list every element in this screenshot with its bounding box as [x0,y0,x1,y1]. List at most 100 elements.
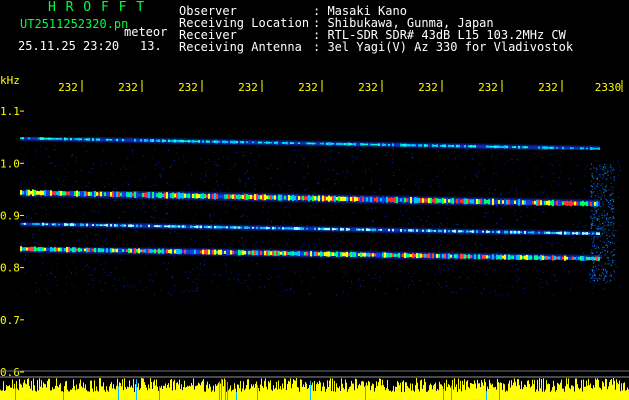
trace-pixel [416,197,418,204]
trace-pixel [326,251,328,257]
noise-speck [510,175,512,177]
noise-speck [314,206,316,208]
noise-speck [125,211,127,213]
noise-speck [352,212,354,214]
trace-pixel [476,199,478,205]
level-bar [297,386,298,400]
level-bar [332,378,333,400]
noise-speck [600,255,602,257]
noise-speck [65,206,67,208]
noise-speck [22,147,24,149]
noise-speck [495,290,496,292]
trace-pixel [192,193,194,199]
level-bar [376,381,377,400]
noise-speck [604,267,606,269]
noise-speck [589,154,591,156]
noise-speck [186,270,188,272]
level-bar [471,383,472,400]
noise-speck [196,290,198,292]
noise-speck [596,167,598,169]
level-bar [52,387,53,400]
noise-speck [590,190,592,192]
trace-pixel [162,248,164,254]
noise-speck [425,263,427,265]
noise-speck [550,169,552,171]
level-bar [333,391,334,400]
noise-speck [171,275,173,277]
noise-speck [187,200,189,202]
noise-speck [441,171,443,172]
trace-pixel [386,228,388,232]
noise-speck [609,272,611,274]
trace-pixel [360,252,362,258]
noise-speck [420,178,422,180]
trace-pixel [366,197,368,202]
trace-pixel [270,251,272,256]
trace-pixel [460,199,462,203]
level-bar [178,384,179,400]
trace-pixel [576,231,578,235]
trace-pixel [596,147,598,150]
noise-speck [551,244,553,246]
trace-pixel [194,249,196,254]
noise-speck [591,220,593,222]
level-bar [438,390,439,400]
trace-pixel [330,196,332,201]
noise-speck [324,160,326,162]
noise-speck [596,228,598,230]
trace-pixel [406,143,408,147]
noise-speck [220,269,222,271]
trace-pixel [232,140,234,144]
level-bar [448,384,449,400]
noise-speck [597,247,599,248]
trace-pixel [216,250,218,254]
level-bar [17,388,18,400]
trace-pixel [506,199,508,205]
level-bar [216,385,217,400]
noise-speck [424,165,426,167]
trace-pixel [164,139,166,142]
level-bar [466,381,467,400]
trace-pixel [234,226,236,229]
noise-speck [94,244,96,245]
trace-pixel [166,249,168,254]
trace-pixel [428,144,430,147]
noise-speck [481,206,483,208]
trace-pixel [258,195,260,200]
trace-pixel [376,196,378,203]
level-bar [348,388,349,400]
trace-pixel [368,228,370,231]
trace-pixel [120,224,122,227]
trace-pixel [162,139,164,143]
level-bar [559,384,560,400]
noise-speck [602,203,604,205]
level-bar [113,384,114,400]
level-bar [107,390,108,400]
noise-speck [195,215,197,217]
level-bar [418,389,419,400]
noise-speck [480,164,482,166]
noise-speck [239,260,241,262]
noise-speck [464,176,466,178]
noise-speck [415,226,417,228]
trace-pixel [44,190,46,196]
noise-speck [96,259,98,260]
noise-speck [453,247,454,249]
trace-pixel [544,256,546,260]
trace-pixel [48,223,50,226]
trace-pixel [148,248,150,254]
noise-speck [591,191,593,193]
trace-pixel [386,143,388,147]
trace-pixel [526,254,528,261]
noise-speck [80,169,82,171]
noise-speck [613,235,615,237]
noise-speck [225,212,227,214]
level-bar [191,382,192,400]
noise-speck [592,176,594,178]
trace-pixel [138,139,140,142]
noise-speck [606,235,608,236]
noise-speck [607,220,609,222]
trace-pixel [410,197,412,204]
noise-speck [151,215,153,217]
noise-speck [282,291,284,292]
